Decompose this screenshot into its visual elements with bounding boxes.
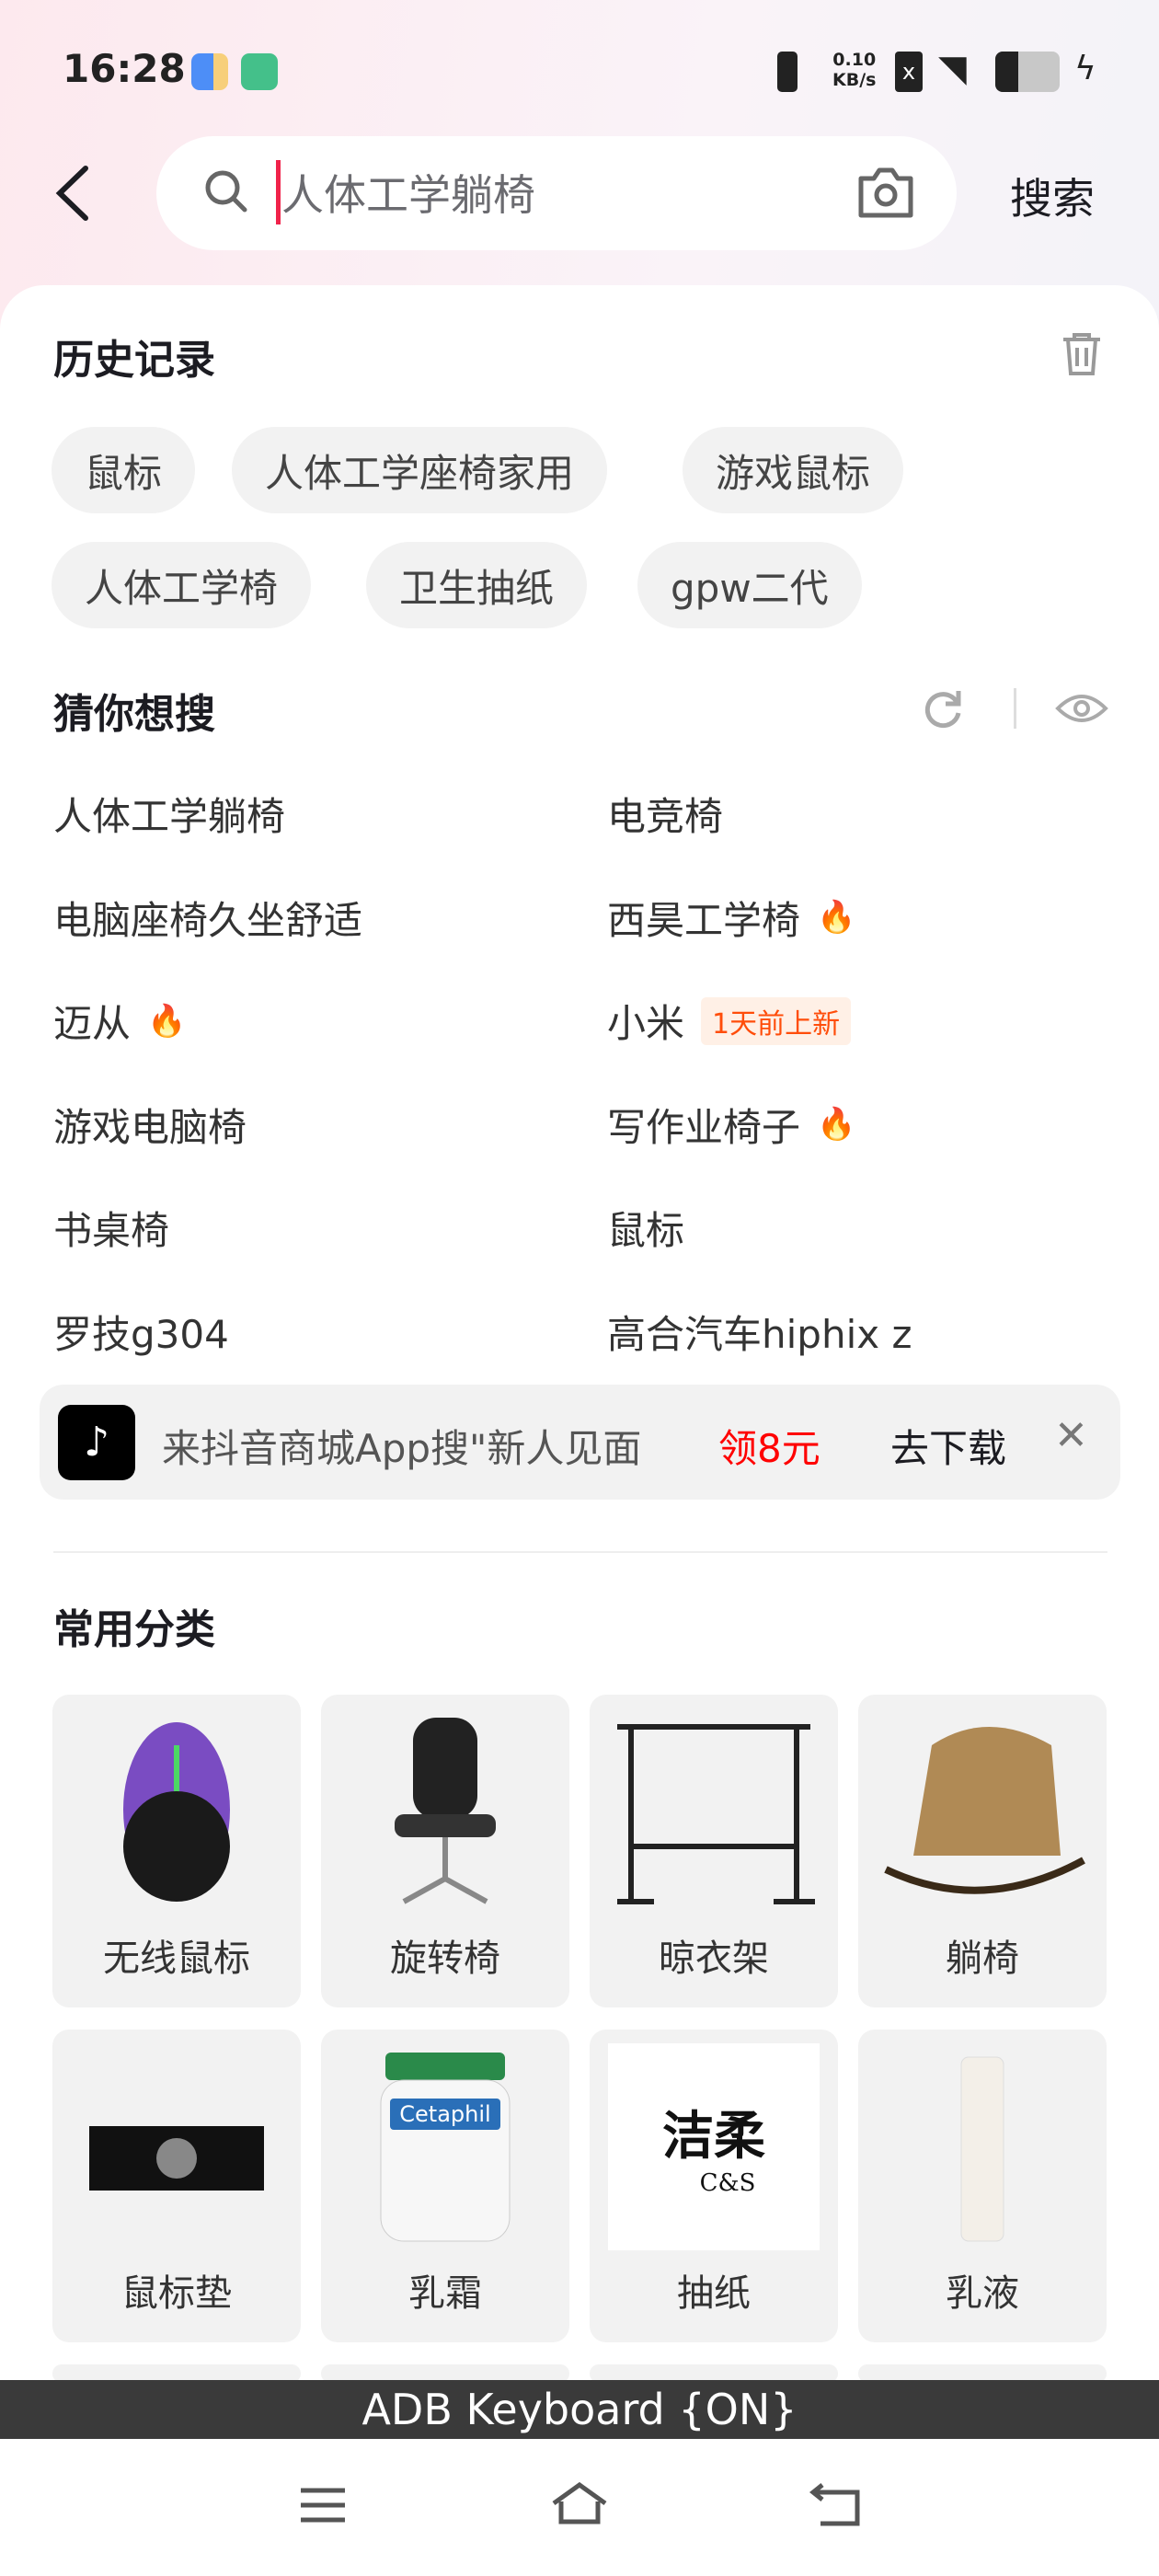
suggestion-item[interactable]: 鼠标 bbox=[607, 1200, 684, 1256]
download-banner[interactable]: ♪ 来抖音商城App搜"新人见面 领8元 去下载 ✕ bbox=[40, 1385, 1120, 1500]
category-label: 鼠标垫 bbox=[121, 2272, 232, 2315]
back-icon[interactable] bbox=[809, 2481, 865, 2527]
history-title: 历史记录 bbox=[53, 337, 215, 384]
search-icon bbox=[205, 170, 247, 213]
search-input[interactable]: 人体工学躺椅 bbox=[281, 162, 535, 223]
app-notification-icon bbox=[191, 53, 228, 90]
category-label: 无线鼠标 bbox=[103, 1938, 250, 1980]
home-icon[interactable] bbox=[548, 2479, 611, 2527]
jierou-logo: 洁柔 bbox=[662, 2106, 765, 2167]
suggestion-item[interactable]: 写作业椅子 🔥 bbox=[607, 1097, 855, 1153]
category-label: 乳液 bbox=[946, 2272, 1019, 2315]
hot-fire-icon: 🔥 bbox=[147, 1002, 187, 1040]
category-tile[interactable]: 旋转椅 bbox=[321, 1695, 569, 2007]
suggestion-label: 高合汽车hiphix z bbox=[607, 1311, 912, 1357]
suggestion-label: 电竞椅 bbox=[607, 794, 724, 839]
suggestion-item[interactable]: 人体工学躺椅 bbox=[53, 786, 285, 842]
lotion-image bbox=[877, 2043, 1088, 2250]
suggestion-label: 西昊工学椅 bbox=[607, 897, 801, 943]
suggestion-label: 电脑座椅久坐舒适 bbox=[53, 897, 363, 943]
divider bbox=[53, 1551, 1107, 1553]
hot-fire-icon: 🔥 bbox=[817, 1106, 856, 1143]
close-icon[interactable]: ✕ bbox=[1054, 1412, 1088, 1459]
history-chip[interactable]: gpw二代 bbox=[637, 542, 862, 628]
category-tile[interactable]: 洁柔 C&S 抽纸 bbox=[590, 2030, 838, 2342]
tissue-image: 洁柔 C&S bbox=[599, 2034, 829, 2264]
suggestion-item[interactable]: 电脑座椅久坐舒适 bbox=[53, 890, 362, 946]
suggest-title: 猜你想搜 bbox=[53, 691, 215, 738]
category-label: 旋转椅 bbox=[390, 1938, 500, 1980]
suggestion-item[interactable]: 罗技g304 bbox=[53, 1304, 229, 1360]
category-label: 躺椅 bbox=[946, 1938, 1019, 1980]
history-chip[interactable]: 人体工学座椅家用 bbox=[232, 427, 608, 513]
suggestion-item[interactable]: 西昊工学椅 🔥 bbox=[607, 890, 855, 946]
suggestion-item[interactable]: 书桌椅 bbox=[53, 1200, 169, 1256]
clock: 16:28 bbox=[63, 46, 186, 91]
status-bar: 16:28 0.10 KB/s x ◥ ϟ bbox=[0, 46, 1159, 101]
rack-image bbox=[608, 1708, 820, 1915]
chair-image bbox=[339, 1708, 551, 1915]
suggestion-item[interactable]: 迈从 🔥 bbox=[53, 993, 186, 1049]
banner-text: 来抖音商城App搜"新人见面 bbox=[162, 1426, 642, 1471]
divider bbox=[1014, 688, 1016, 729]
suggestion-label: 写作业椅子 bbox=[607, 1104, 801, 1150]
category-tile[interactable]: 鼠标垫 bbox=[52, 2030, 301, 2342]
history-chip[interactable]: 鼠标 bbox=[52, 427, 196, 513]
download-button[interactable]: 去下载 bbox=[890, 1418, 1006, 1474]
menu-icon[interactable] bbox=[297, 2485, 349, 2525]
history-chip[interactable]: 卫生抽纸 bbox=[366, 542, 588, 628]
search-bar[interactable]: 人体工学躺椅 bbox=[156, 136, 957, 250]
history-chip[interactable]: 游戏鼠标 bbox=[683, 427, 904, 513]
lounger-image bbox=[877, 1708, 1088, 1915]
no-sim-icon: x bbox=[895, 52, 923, 92]
category-tile[interactable]: 乳液 bbox=[858, 2030, 1107, 2342]
camera-icon[interactable] bbox=[855, 164, 916, 221]
refresh-icon[interactable] bbox=[920, 685, 966, 731]
wifi-icon: ◥ bbox=[938, 48, 967, 90]
suggestion-item[interactable]: 游戏电脑椅 bbox=[53, 1097, 247, 1153]
navigation-bar bbox=[0, 2439, 1159, 2576]
battery-icon bbox=[995, 52, 1060, 92]
charging-icon: ϟ bbox=[1074, 50, 1096, 87]
eye-icon[interactable] bbox=[1054, 688, 1109, 729]
category-label: 晾衣架 bbox=[659, 1938, 769, 1980]
suggestion-label: 游戏电脑椅 bbox=[53, 1104, 247, 1150]
category-tile[interactable]: Cetaphil 乳霜 bbox=[321, 2030, 569, 2342]
douyin-mall-logo-icon: ♪ bbox=[58, 1405, 135, 1480]
cream-image: Cetaphil bbox=[339, 2043, 551, 2250]
banner-reward: 领8元 bbox=[718, 1426, 820, 1471]
category-label: 抽纸 bbox=[677, 2272, 751, 2315]
mouse-image bbox=[71, 1708, 282, 1915]
category-label: 乳霜 bbox=[408, 2272, 482, 2315]
svg-text:C&S: C&S bbox=[700, 2169, 756, 2197]
history-chip[interactable]: 人体工学椅 bbox=[52, 542, 312, 628]
suggestion-label: 书桌椅 bbox=[53, 1208, 170, 1253]
back-arrow-icon[interactable] bbox=[51, 161, 97, 225]
category-tile[interactable]: 躺椅 bbox=[858, 1695, 1107, 2007]
cetaphil-logo: Cetaphil bbox=[399, 2101, 490, 2127]
suggestion-label: 小米 bbox=[607, 1001, 685, 1046]
category-tile[interactable]: 无线鼠标 bbox=[52, 1695, 301, 2007]
suggestion-label: 鼠标 bbox=[607, 1208, 685, 1253]
keyboard-status-bar: ADB Keyboard {ON} bbox=[0, 2380, 1159, 2439]
suggestion-item[interactable]: 高合汽车hiphix z bbox=[607, 1304, 912, 1360]
app-notification-icon bbox=[241, 53, 278, 90]
net-speed: 0.10 KB/s bbox=[832, 50, 877, 90]
suggestion-label: 罗技g304 bbox=[53, 1311, 229, 1357]
mousepad-image bbox=[71, 2043, 282, 2250]
suggestion-item[interactable]: 电竞椅 bbox=[607, 786, 723, 842]
suggestion-item[interactable]: 小米 1天前上新 bbox=[607, 993, 852, 1049]
text-cursor bbox=[276, 160, 281, 224]
category-tile[interactable]: 晾衣架 bbox=[590, 1695, 838, 2007]
trash-icon[interactable] bbox=[1058, 331, 1106, 377]
search-button[interactable]: 搜索 bbox=[1010, 166, 1095, 226]
vibrate-icon bbox=[777, 52, 798, 92]
categories-title: 常用分类 bbox=[53, 1606, 215, 1653]
suggestion-label: 迈从 bbox=[53, 1001, 132, 1046]
hot-fire-icon: 🔥 bbox=[817, 899, 856, 936]
suggestion-label: 人体工学躺椅 bbox=[53, 794, 286, 839]
new-badge: 1天前上新 bbox=[701, 996, 852, 1045]
